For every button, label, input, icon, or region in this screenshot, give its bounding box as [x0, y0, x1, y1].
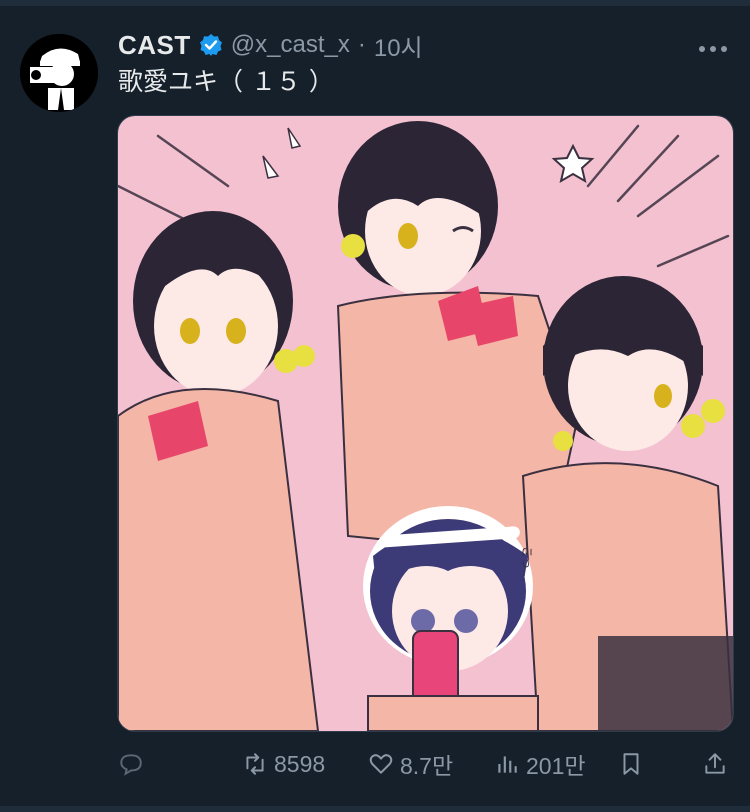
avatar-cameraman-icon: [20, 34, 98, 112]
top-divider: [0, 0, 750, 6]
illustration: こっ…: [118, 116, 733, 731]
bookmark-button[interactable]: [618, 742, 644, 786]
tweet-text: 歌愛ユキ（ １５ ）: [118, 67, 334, 96]
bookmark-icon: [623, 753, 639, 775]
share-button[interactable]: [702, 742, 728, 786]
timestamp[interactable]: 10시: [374, 28, 423, 63]
display-name[interactable]: CAST: [118, 30, 191, 61]
views-count: 201만: [526, 753, 586, 779]
image-caption-text: こっ…: [520, 546, 534, 581]
avatar[interactable]: [20, 34, 98, 112]
retweet-count: 8598: [274, 750, 326, 777]
reply-icon: [120, 754, 142, 776]
heart-icon: [369, 754, 393, 774]
more-options-icon[interactable]: [698, 30, 728, 61]
verified-badge-icon: [199, 33, 223, 57]
bottom-divider: [0, 806, 750, 812]
separator-dot: ·: [357, 31, 366, 58]
user-handle[interactable]: @x_cast_x: [231, 31, 350, 59]
retweet-icon: [246, 753, 264, 775]
like-count: 8.7만: [400, 753, 454, 779]
reply-button[interactable]: [118, 742, 144, 786]
tweet-image[interactable]: こっ…: [117, 115, 734, 732]
views-button[interactable]: 201만: [494, 742, 586, 786]
retweet-button[interactable]: 8598: [242, 742, 325, 786]
share-icon: [705, 753, 725, 774]
like-button[interactable]: 8.7만: [368, 742, 453, 786]
tweet-actions: 8598 8.7만 201만: [0, 742, 750, 786]
views-chart-icon: [498, 756, 517, 773]
tweet-header: CAST @x_cast_x · 10시: [118, 28, 423, 62]
